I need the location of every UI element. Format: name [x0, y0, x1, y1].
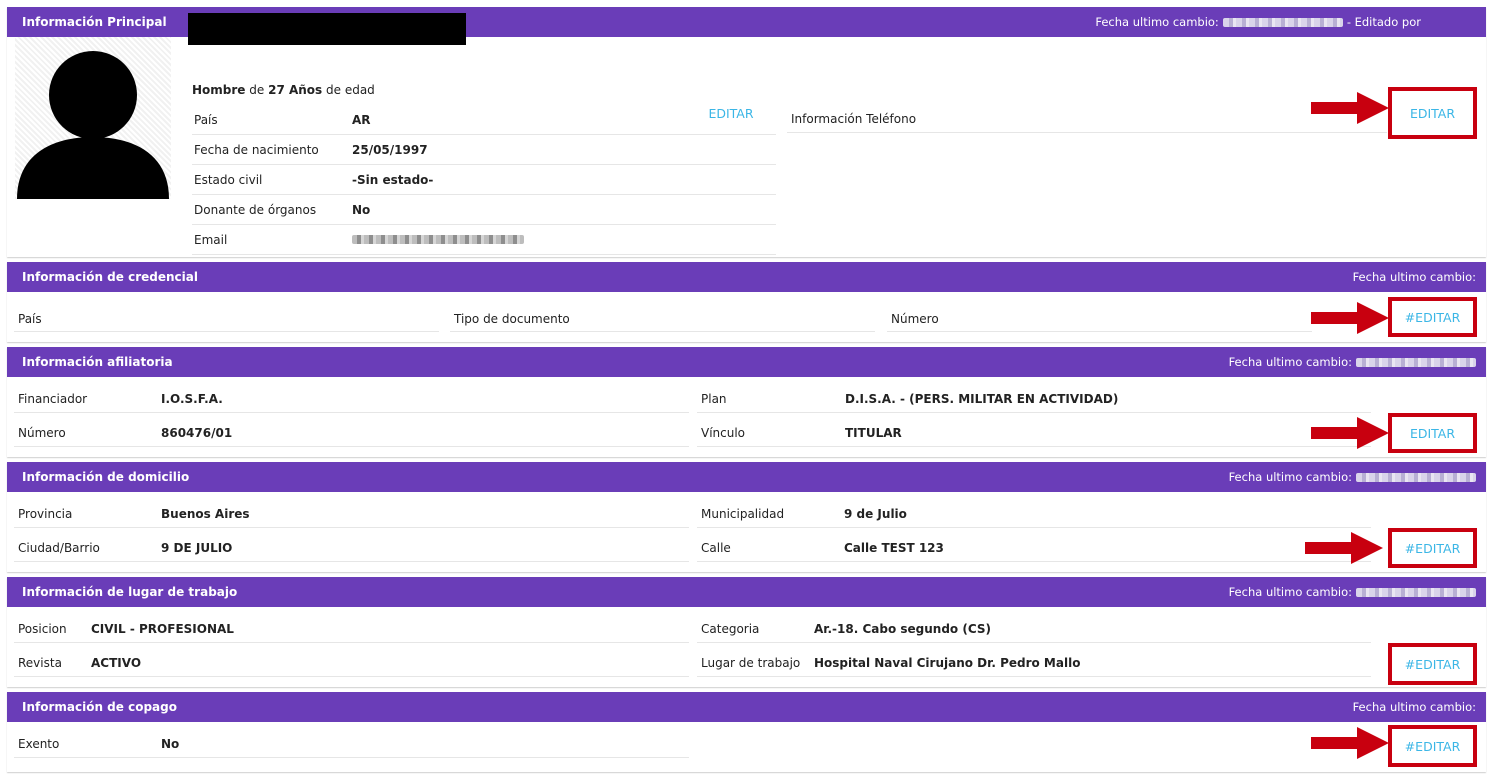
panel-informacion-afiliatoria: Información afiliatoria Fecha ultimo cam… — [7, 347, 1486, 457]
avatar — [15, 37, 171, 199]
red-arrow-icon — [1305, 532, 1383, 564]
last-change-label: Fecha ultimo cambio: — [1228, 585, 1352, 599]
field-row-posicion: Posicion CIVIL - PROFESIONAL — [14, 615, 689, 643]
last-change-info: Fecha ultimo cambio: — [1229, 585, 1476, 599]
last-change-info: Fecha ultimo cambio: — [1229, 470, 1476, 484]
age-suffix: de edad — [326, 83, 375, 97]
panel-title: Información Principal — [22, 15, 167, 29]
last-change-info: Fecha ultimo cambio: — [1229, 355, 1476, 369]
last-change-label: Fecha ultimo cambio: — [1352, 270, 1476, 284]
edit-trabajo-button[interactable]: #EDITAR — [1388, 643, 1477, 685]
field-row-pais: País — [14, 306, 439, 332]
last-change-info: Fecha ultimo cambio: — [1353, 700, 1476, 714]
field-row-numero: Número — [887, 306, 1312, 332]
red-arrow-icon — [1311, 92, 1389, 124]
redacted-date — [1222, 17, 1343, 27]
panel-header: Información afiliatoria Fecha ultimo cam… — [7, 347, 1486, 377]
panel-title: Información de lugar de trabajo — [22, 585, 238, 599]
panel-header: Información de credencial Fecha ultimo c… — [7, 262, 1486, 292]
edit-copago-button[interactable]: #EDITAR — [1388, 725, 1477, 767]
field-row-calle: Calle Calle TEST 123 — [697, 534, 1371, 562]
last-change-info: Fecha ultimo cambio: — [1353, 270, 1476, 284]
edit-phone-button[interactable]: EDITAR — [1388, 87, 1477, 139]
field-row-lugar-trabajo: Lugar de trabajo Hospital Naval Cirujano… — [697, 649, 1371, 677]
phone-info-row: Información Teléfono — [787, 105, 1387, 133]
field-row-email: Email — [192, 225, 776, 255]
panel-header: Información de domicilio Fecha ultimo ca… — [7, 462, 1486, 492]
edit-afiliatoria-button[interactable]: EDITAR — [1388, 413, 1477, 453]
field-row-revista: Revista ACTIVO — [14, 649, 689, 677]
panel-informacion-copago: Información de copago Fecha ultimo cambi… — [7, 692, 1486, 772]
field-row-provincia: Provincia Buenos Aires — [14, 500, 689, 528]
redacted-date — [1356, 587, 1476, 597]
last-change-label: Fecha ultimo cambio: — [1228, 470, 1352, 484]
redacted-date — [1356, 472, 1476, 482]
field-row-vinculo: Vínculo TITULAR — [697, 419, 1371, 447]
panel-header: Información de copago Fecha ultimo cambi… — [7, 692, 1486, 722]
panel-informacion-principal: Información Principal Fecha ultimo cambi… — [7, 7, 1486, 257]
sex-age-line: Hombre de 27 Años de edad — [192, 83, 375, 97]
panel-informacion-lugar-trabajo: Información de lugar de trabajo Fecha ul… — [7, 577, 1486, 687]
last-change-info: Fecha ultimo cambio: - Editado por — [1095, 15, 1421, 29]
last-change-label: Fecha ultimo cambio: — [1352, 700, 1476, 714]
field-row-fecha-nacimiento: Fecha de nacimiento 25/05/1997 — [192, 135, 776, 165]
edit-domicilio-button[interactable]: #EDITAR — [1388, 528, 1477, 568]
field-row-tipo-documento: Tipo de documento — [450, 306, 875, 332]
panel-title: Información de domicilio — [22, 470, 190, 484]
field-row-categoria: Categoria Ar.-18. Cabo segundo (CS) — [697, 615, 1371, 643]
panel-title: Información de copago — [22, 700, 177, 714]
panel-informacion-domicilio: Información de domicilio Fecha ultimo ca… — [7, 462, 1486, 572]
field-row-estado-civil: Estado civil -Sin estado- — [192, 165, 776, 195]
last-change-label: Fecha ultimo cambio: — [1095, 15, 1219, 29]
last-change-label: Fecha ultimo cambio: — [1228, 355, 1352, 369]
field-row-numero: Número 860476/01 — [14, 419, 689, 447]
panel-informacion-credencial: Información de credencial Fecha ultimo c… — [7, 262, 1486, 342]
field-row-pais: País AR — [192, 105, 776, 135]
field-row-donante: Donante de órganos No — [192, 195, 776, 225]
redacted-date — [1356, 357, 1476, 367]
field-row-plan: Plan D.I.S.A. - (PERS. MILITAR EN ACTIVI… — [697, 385, 1371, 413]
field-row-exento: Exento No — [14, 730, 689, 758]
edited-by-label: - Editado por — [1346, 15, 1421, 29]
redacted-name — [188, 13, 466, 45]
panel-title: Información de credencial — [22, 270, 198, 284]
field-row-ciudad-barrio: Ciudad/Barrio 9 DE JULIO — [14, 534, 689, 562]
edit-credencial-button[interactable]: #EDITAR — [1388, 297, 1477, 337]
sex-value: Hombre — [192, 83, 246, 97]
red-arrow-icon — [1311, 727, 1389, 759]
red-arrow-icon — [1311, 417, 1389, 449]
red-arrow-icon — [1311, 302, 1389, 334]
age-value: 27 Años — [268, 83, 323, 97]
user-silhouette-icon — [17, 51, 169, 199]
panel-title: Información afiliatoria — [22, 355, 173, 369]
field-row-municipalidad: Municipalidad 9 de Julio — [697, 500, 1371, 528]
redacted-email — [352, 235, 524, 244]
field-row-financiador: Financiador I.O.S.F.A. — [14, 385, 689, 413]
edit-principal-button[interactable]: EDITAR — [703, 103, 759, 123]
de-label: de — [249, 83, 265, 97]
panel-header: Información de lugar de trabajo Fecha ul… — [7, 577, 1486, 607]
